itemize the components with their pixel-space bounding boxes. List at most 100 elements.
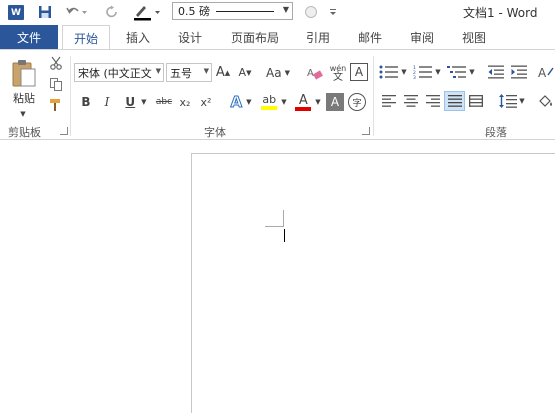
- chevron-down-icon: ▼: [284, 68, 290, 77]
- font-dialog-launcher[interactable]: [362, 127, 370, 135]
- phonetic-bottom: 文: [333, 72, 343, 83]
- font-name-selector[interactable]: 宋体 (中文正文 ▼: [74, 63, 164, 82]
- word-app-icon[interactable]: W: [8, 5, 24, 20]
- clipboard-dialog-launcher[interactable]: [60, 127, 68, 135]
- font-name-value: 宋体 (中文正文: [78, 66, 152, 80]
- line-weight-value: 0.5 磅: [178, 5, 210, 18]
- underline-button[interactable]: U ▼: [120, 93, 152, 111]
- tab-review[interactable]: 审阅: [400, 25, 444, 49]
- bullets-button[interactable]: ▼: [378, 62, 408, 82]
- save-icon: [39, 6, 51, 18]
- clipboard-group-label: 剪贴板: [8, 126, 41, 139]
- clear-formatting-button[interactable]: A: [304, 63, 326, 82]
- italic-button[interactable]: I: [99, 93, 115, 111]
- enclose-characters-label: 字: [352, 98, 362, 109]
- character-border-button[interactable]: A: [350, 63, 368, 81]
- ribbon-tabs: 文件 开始 插入 设计 页面布局 引用 邮件 审阅 视图: [0, 25, 555, 50]
- align-right-button[interactable]: [424, 92, 442, 110]
- justify-button[interactable]: [444, 91, 465, 111]
- cut-button[interactable]: [46, 54, 66, 72]
- document-workspace[interactable]: [0, 140, 555, 413]
- tab-home[interactable]: 开始: [62, 25, 110, 50]
- align-right-icon: [426, 95, 440, 107]
- font-color-swatch: A: [295, 92, 312, 111]
- character-shading-button[interactable]: A: [326, 93, 344, 111]
- tab-mailings[interactable]: 邮件: [348, 25, 392, 49]
- margin-mark-vertical: [283, 210, 284, 227]
- chevron-down-icon: ▼: [281, 98, 287, 106]
- shape-fill-button[interactable]: [303, 2, 319, 22]
- align-center-icon: [404, 95, 418, 107]
- paste-dropdown[interactable]: ▼: [16, 110, 30, 118]
- font-color-label: A: [298, 92, 308, 108]
- grow-font-button[interactable]: A ▲: [214, 63, 232, 82]
- subscript-label: x₂: [179, 95, 191, 109]
- undo-button[interactable]: [64, 2, 88, 22]
- chevron-down-icon: ▼: [315, 98, 321, 106]
- decrease-indent-button[interactable]: [486, 62, 506, 82]
- line-weight-selector[interactable]: 0.5 磅 ▼: [172, 2, 293, 20]
- circle-icon: [305, 6, 317, 18]
- distributed-button[interactable]: [467, 92, 485, 110]
- tab-design[interactable]: 设计: [168, 25, 212, 49]
- chevron-down-icon: ▼: [469, 68, 475, 76]
- increase-indent-icon: [511, 65, 527, 79]
- format-painter-button[interactable]: [46, 96, 66, 114]
- enclose-characters-button[interactable]: 字: [348, 93, 366, 111]
- paint-bucket-icon: [538, 95, 552, 107]
- text-effects-button[interactable]: A ▼: [226, 92, 256, 112]
- numbering-button[interactable]: 1 2 3 ▼: [412, 62, 442, 82]
- ribbon: 粘贴 ▼ 剪贴板 宋体 (中文正文 ▼ 五号 ▼ A ▲ A ▼ Aa ▼ A …: [0, 49, 555, 140]
- distributed-icon: [469, 95, 483, 107]
- asian-layout-button[interactable]: A: [537, 62, 555, 82]
- tab-page-layout[interactable]: 页面布局: [222, 25, 288, 49]
- asian-layout-icon: A: [538, 66, 554, 79]
- multilevel-list-icon: [447, 66, 467, 78]
- change-case-button[interactable]: Aa ▼: [262, 63, 294, 82]
- superscript-button[interactable]: x²: [197, 93, 215, 111]
- align-center-button[interactable]: [402, 92, 420, 110]
- tab-insert[interactable]: 插入: [116, 25, 160, 49]
- font-color-button[interactable]: A ▼: [292, 92, 324, 112]
- chevron-down-icon: ▼: [282, 5, 289, 14]
- shrink-font-button[interactable]: A ▼: [236, 63, 254, 82]
- chevron-down-icon: ▼: [246, 98, 252, 106]
- increase-indent-button[interactable]: [509, 62, 529, 82]
- text-effects-label: A: [230, 93, 243, 112]
- customize-quick-access-button[interactable]: [326, 2, 340, 22]
- phonetic-guide-button[interactable]: wén 文: [328, 61, 348, 85]
- numbered-list-icon: 1 2 3: [413, 65, 433, 79]
- tab-references[interactable]: 引用: [296, 25, 340, 49]
- underline-label: U: [125, 95, 136, 109]
- document-page[interactable]: [191, 153, 555, 413]
- strikethrough-button[interactable]: abc: [154, 93, 174, 111]
- subscript-button[interactable]: x₂: [176, 93, 194, 111]
- redo-button[interactable]: [104, 2, 120, 22]
- tab-view[interactable]: 视图: [452, 25, 496, 49]
- shading-button[interactable]: [536, 92, 555, 110]
- paste-button[interactable]: 粘贴: [6, 54, 42, 110]
- save-button[interactable]: [36, 2, 54, 22]
- highlight-color-button[interactable]: ab ▼: [258, 92, 290, 112]
- format-painter-icon: [50, 99, 60, 111]
- copy-button[interactable]: [46, 75, 66, 93]
- redo-icon: [106, 5, 117, 18]
- bold-button[interactable]: B: [78, 93, 94, 111]
- chevron-down-icon: ▼: [155, 67, 161, 75]
- pen-color-button[interactable]: [130, 2, 162, 22]
- grow-font-label: A: [215, 65, 225, 80]
- align-left-button[interactable]: [380, 92, 398, 110]
- tab-file[interactable]: 文件: [0, 25, 58, 49]
- pen-color-icon: [134, 6, 160, 21]
- highlight-swatch: ab: [261, 94, 278, 110]
- customize-icon: [330, 9, 336, 15]
- multilevel-list-button[interactable]: ▼: [446, 62, 476, 82]
- character-shading-label: A: [330, 95, 340, 109]
- chevron-down-icon: ▼: [141, 98, 147, 106]
- font-size-selector[interactable]: 五号 ▼: [166, 63, 212, 82]
- strikethrough-label: abc: [155, 97, 173, 107]
- line-spacing-button[interactable]: ▼: [497, 92, 527, 110]
- change-case-label: Aa: [266, 65, 282, 80]
- window-title: 文档1 - Word: [463, 6, 538, 20]
- chevron-down-icon: ▼: [401, 68, 407, 76]
